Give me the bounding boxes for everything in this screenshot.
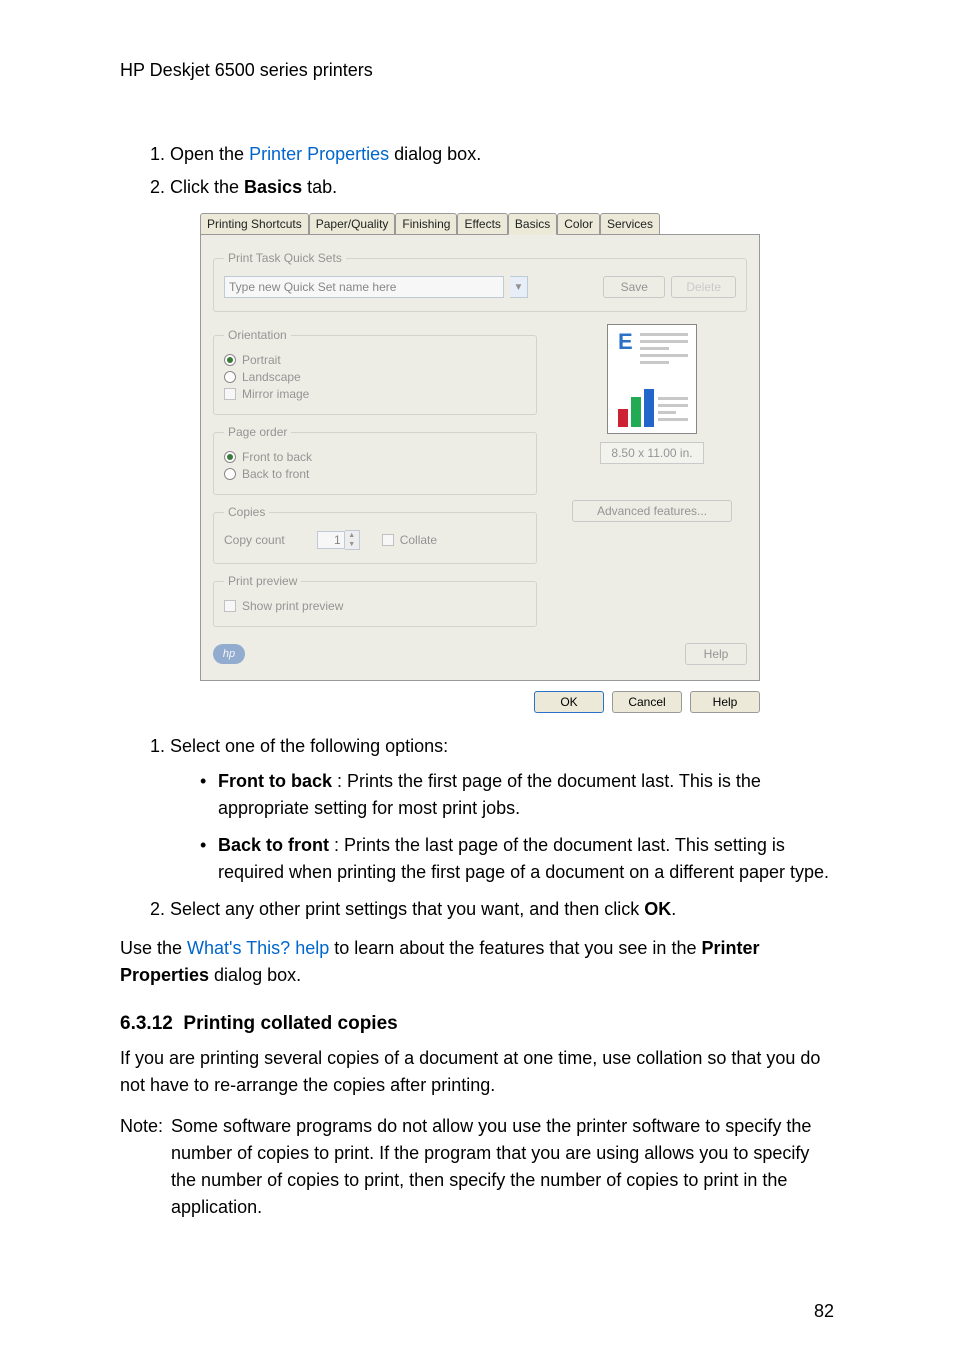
step-3-text: Select one of the following options:: [170, 736, 448, 756]
dialog-panel: Print Task Quick Sets ▼ Save Delete Orie…: [200, 234, 760, 681]
tab-basics[interactable]: Basics: [508, 213, 557, 235]
show-preview-checkbox[interactable]: [224, 600, 236, 612]
note-text: Some software programs do not allow you …: [171, 1113, 834, 1221]
step-1-suffix: dialog box.: [389, 144, 481, 164]
printer-properties-link[interactable]: Printer Properties: [249, 144, 389, 164]
bullet-back-to-front: Back to front : Prints the last page of …: [200, 832, 834, 886]
save-button[interactable]: Save: [603, 276, 665, 298]
spinner-up[interactable]: ▲: [345, 531, 359, 540]
bullet-1-bold: Front to back: [218, 771, 332, 791]
section-number: 6.3.12: [120, 1013, 173, 1034]
show-preview-label: Show print preview: [242, 599, 343, 613]
step-1-prefix: Open the: [170, 144, 249, 164]
collate-label: Collate: [400, 533, 437, 547]
tab-paper-quality[interactable]: Paper/Quality: [309, 213, 396, 234]
step-2-bold: Basics: [244, 177, 302, 197]
steps-list-mid: Select one of the following options: Fro…: [120, 733, 834, 923]
note-block: Note: Some software programs do not allo…: [120, 1113, 834, 1221]
step-2-suffix: tab.: [302, 177, 337, 197]
front-to-back-label: Front to back: [242, 450, 312, 464]
document-header: HP Deskjet 6500 series printers: [120, 60, 834, 81]
landscape-label: Landscape: [242, 370, 301, 384]
back-to-front-radio[interactable]: [224, 468, 236, 480]
use-suffix: dialog box.: [209, 965, 301, 985]
step-4-suffix: .: [671, 899, 676, 919]
step-3: Select one of the following options: Fro…: [170, 733, 834, 886]
portrait-radio[interactable]: [224, 354, 236, 366]
copies-group: Copies Copy count ▲▼ Collate: [213, 505, 537, 564]
tab-color[interactable]: Color: [557, 213, 600, 234]
landscape-radio[interactable]: [224, 371, 236, 383]
tab-effects[interactable]: Effects: [457, 213, 507, 234]
ok-button[interactable]: OK: [534, 691, 604, 713]
tab-finishing[interactable]: Finishing: [395, 213, 457, 234]
dialog-tabs: Printing Shortcuts Paper/Quality Finishi…: [200, 213, 760, 234]
orientation-group: Orientation Portrait Landscape Mirror im…: [213, 328, 537, 415]
whats-this-link[interactable]: What's This? help: [187, 938, 329, 958]
portrait-label: Portrait: [242, 353, 281, 367]
step-4: Select any other print settings that you…: [170, 896, 834, 923]
quickset-dropdown-arrow[interactable]: ▼: [510, 276, 528, 298]
orientation-legend: Orientation: [224, 328, 291, 342]
step-1: Open the Printer Properties dialog box.: [170, 141, 834, 168]
spinner-down[interactable]: ▼: [345, 540, 359, 549]
tab-services[interactable]: Services: [600, 213, 660, 234]
bullet-front-to-back: Front to back : Prints the first page of…: [200, 768, 834, 822]
copy-count-input[interactable]: [317, 531, 345, 549]
page-number: 82: [120, 1301, 834, 1322]
preview-chart-icon: [618, 387, 654, 427]
print-preview-group: Print preview Show print preview: [213, 574, 537, 627]
bullet-2-bold: Back to front: [218, 835, 329, 855]
section-paragraph: If you are printing several copies of a …: [120, 1045, 834, 1099]
mirror-label: Mirror image: [242, 387, 309, 401]
use-prefix: Use the: [120, 938, 187, 958]
print-preview-legend: Print preview: [224, 574, 301, 588]
page-preview-thumbnail: E: [607, 324, 697, 434]
note-label: Note:: [120, 1113, 163, 1221]
quick-sets-legend: Print Task Quick Sets: [224, 251, 346, 265]
dialog-screenshot: Printing Shortcuts Paper/Quality Finishi…: [200, 213, 760, 713]
help-button[interactable]: Help: [690, 691, 760, 713]
page-order-legend: Page order: [224, 425, 291, 439]
step-4-bold: OK: [644, 899, 671, 919]
section-heading: 6.3.12 Printing collated copies: [120, 1013, 834, 1035]
copy-count-label: Copy count: [224, 533, 285, 547]
delete-button: Delete: [671, 276, 736, 298]
tab-printing-shortcuts[interactable]: Printing Shortcuts: [200, 213, 309, 234]
dialog-bottom-buttons: OK Cancel Help: [200, 691, 760, 713]
paper-size-display: 8.50 x 11.00 in.: [600, 442, 703, 464]
panel-help-button[interactable]: Help: [685, 643, 747, 665]
step-4-prefix: Select any other print settings that you…: [170, 899, 644, 919]
copy-count-spinner[interactable]: ▲▼: [317, 530, 360, 550]
collate-checkbox[interactable]: [382, 534, 394, 546]
use-the-paragraph: Use the What's This? help to learn about…: [120, 935, 834, 989]
use-mid: to learn about the features that you see…: [329, 938, 701, 958]
steps-list-top: Open the Printer Properties dialog box. …: [120, 141, 834, 201]
copies-legend: Copies: [224, 505, 269, 519]
cancel-button[interactable]: Cancel: [612, 691, 682, 713]
step-2-prefix: Click the: [170, 177, 244, 197]
quickset-name-input[interactable]: [224, 276, 504, 298]
front-to-back-radio[interactable]: [224, 451, 236, 463]
hp-logo-icon: hp: [213, 644, 245, 664]
page-order-group: Page order Front to back Back to front: [213, 425, 537, 495]
step-2: Click the Basics tab.: [170, 174, 834, 201]
quick-sets-group: Print Task Quick Sets ▼ Save Delete: [213, 251, 747, 312]
preview-letter-icon: E: [618, 329, 633, 355]
advanced-features-button[interactable]: Advanced features...: [572, 500, 732, 522]
mirror-checkbox[interactable]: [224, 388, 236, 400]
back-to-front-label: Back to front: [242, 467, 309, 481]
section-title: Printing collated copies: [183, 1013, 397, 1034]
